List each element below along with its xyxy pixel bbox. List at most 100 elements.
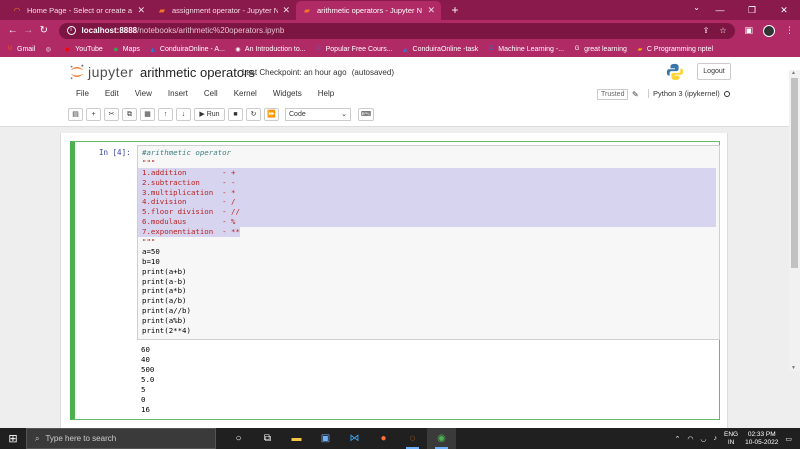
menu-help[interactable]: Help — [310, 89, 342, 98]
code-line-text: 4.division - / — [138, 197, 716, 208]
browser-tab[interactable]: ▰ assignment operator - Jupyter N ✕ — [151, 1, 296, 20]
menu-insert[interactable]: Insert — [160, 89, 196, 98]
save-icon[interactable]: ▤ — [68, 108, 83, 121]
bookmark-item[interactable]: ◭ ConduiraOnline - A... — [149, 45, 225, 53]
insert-cell-below-icon[interactable]: + — [86, 108, 101, 121]
bookmark-item[interactable]: ▶ YouTube — [64, 45, 103, 53]
bookmark-item[interactable]: M Gmail — [6, 45, 36, 53]
restore-icon[interactable]: ❐ — [736, 0, 768, 20]
command-palette-icon[interactable]: ⌨ — [358, 108, 375, 121]
python-logo-icon — [666, 63, 684, 81]
profile-avatar[interactable] — [763, 24, 776, 37]
bookmark-item[interactable]: ◉ An Introduction to... — [234, 45, 305, 53]
jupyter-header: jupyter arithmetic operators Last Checkp… — [0, 57, 800, 127]
bookmark-star-icon[interactable]: ☆ — [719, 26, 726, 35]
tab-search-chevron-icon[interactable]: ⌄ — [693, 3, 700, 12]
share-icon[interactable]: ⇪ — [703, 26, 710, 35]
firefox-icon[interactable]: ● — [369, 428, 398, 449]
code-cell[interactable]: In [4]: #arithmetic operator """ 1.additio… — [70, 141, 720, 420]
code-editor[interactable]: #arithmetic operator """ 1.addition - +2.s… — [137, 145, 720, 340]
restart-run-all-icon[interactable]: ⏩ — [264, 108, 279, 121]
url-input[interactable]: i localhost:8888/notebooks/arithmetic%20… — [58, 22, 735, 39]
extensions-icon[interactable]: ▣ — [745, 25, 754, 37]
forward-arrow-icon[interactable]: → — [22, 25, 36, 36]
kernel-indicator: Python 3 (ipykernel) — [648, 89, 730, 98]
trusted-indicator[interactable]: Trusted — [597, 89, 629, 100]
minimize-icon[interactable]: — — [704, 0, 736, 20]
menu-file[interactable]: File — [68, 89, 97, 98]
cell-type-select[interactable]: Code ⌄ — [285, 108, 351, 121]
new-tab-button[interactable]: + — [445, 1, 465, 20]
cut-icon[interactable]: ✂ — [104, 108, 119, 121]
bookmark-item[interactable]: ◆ Maps — [112, 45, 139, 53]
notification-icon[interactable]: ▭ — [785, 435, 792, 443]
code-line-text: 7.exponentiation - ** — [138, 227, 240, 238]
scroll-thumb[interactable] — [791, 78, 798, 268]
code-line: 7.exponentiation - ** — [138, 227, 716, 238]
output-line: 0 — [141, 395, 146, 404]
bookmark-label: Popular Free Cours... — [325, 45, 393, 53]
network-icon[interactable]: ◠ — [687, 435, 693, 443]
more-menu-icon[interactable]: ⋮ — [785, 25, 794, 37]
site-info-icon[interactable]: i — [66, 26, 76, 35]
code-line-text: b=10 — [142, 256, 160, 266]
bookmark-item[interactable]: C Popular Free Cours... — [315, 45, 393, 53]
browser-tab[interactable]: ◠ Home Page - Select or create a n ✕ — [6, 1, 151, 20]
cortana-icon[interactable]: ○ — [224, 428, 253, 449]
bookmark-item[interactable]: ◎ — [44, 45, 55, 53]
jupyter-logo[interactable]: jupyter — [68, 63, 134, 81]
menu-view[interactable]: View — [127, 89, 160, 98]
bookmark-item[interactable]: Ggreat learning — [573, 45, 627, 53]
move-down-icon[interactable]: ↓ — [176, 108, 191, 121]
tray-chevron-icon[interactable]: ⌃ — [674, 435, 680, 443]
jupyter-icon: ◠ — [13, 6, 21, 15]
move-up-icon[interactable]: ↑ — [158, 108, 173, 121]
code-line-text: print(a//b) — [142, 306, 191, 316]
jupyter-logo-icon — [70, 64, 84, 80]
bookmark-item[interactable]: ◭ ConduiraOnline -task — [402, 45, 478, 53]
scroll-up-icon[interactable]: ▲ — [791, 70, 796, 76]
doc-icon: ◉ — [235, 46, 241, 53]
wifi-icon[interactable]: ◡ — [700, 435, 706, 443]
scroll-down-icon[interactable]: ▼ — [791, 365, 796, 371]
file-explorer-icon[interactable]: ▬ — [282, 428, 311, 449]
notebook-title[interactable]: arithmetic operators — [140, 65, 255, 80]
store-icon[interactable]: ▣ — [311, 428, 340, 449]
jupyter-app-icon[interactable]: ◌ — [398, 428, 427, 449]
clock[interactable]: 02:33 PM 10-05-2022 — [745, 431, 778, 447]
code-line-text: 1.addition - + — [138, 167, 716, 178]
restart-icon[interactable]: ↻ — [246, 108, 261, 121]
bookmark-item[interactable]: C Machine Learning -... — [487, 45, 564, 53]
back-arrow-icon[interactable]: ← — [6, 25, 20, 36]
windows-start-icon[interactable]: ⊞ — [0, 432, 26, 445]
code-line-text: 6.modulaus - % — [138, 217, 716, 228]
run-button[interactable]: ▶ Run — [194, 108, 225, 121]
vscode-icon[interactable]: ⋈ — [340, 428, 369, 449]
tab-close-icon[interactable]: ✕ — [282, 5, 290, 16]
volume-icon[interactable]: ♪ — [714, 435, 718, 442]
menu-edit[interactable]: Edit — [97, 89, 127, 98]
code-line: a=50 — [142, 247, 716, 257]
reload-icon[interactable]: ↻ — [37, 25, 51, 36]
menu-cell[interactable]: Cell — [196, 89, 226, 98]
chrome-icon: ◎ — [45, 46, 51, 53]
menu-widgets[interactable]: Widgets — [265, 89, 310, 98]
menu-kernel[interactable]: Kernel — [226, 89, 265, 98]
logout-button[interactable]: Logout — [697, 63, 731, 80]
notebook-menubar: File Edit View Insert Cell Kernel Widgets Help — [68, 89, 342, 98]
tab-close-icon[interactable]: ✕ — [137, 5, 145, 16]
chrome-app-icon[interactable]: ◉ — [427, 428, 456, 449]
jupyter-notebook-icon: ▰ — [303, 6, 311, 15]
language-indicator[interactable]: ENG IN — [724, 431, 738, 447]
tab-close-icon[interactable]: ✕ — [427, 5, 435, 16]
close-window-icon[interactable]: ✕ — [768, 0, 800, 20]
page-scrollbar[interactable]: ▲ ▼ — [789, 70, 800, 371]
interrupt-icon[interactable]: ■ — [228, 108, 243, 121]
paste-icon[interactable]: ▦ — [140, 108, 155, 121]
code-line: 3.multiplication - * — [138, 187, 716, 198]
task-view-icon[interactable]: ⧉ — [253, 428, 282, 449]
browser-tab[interactable]: ▰ arithmetic operators - Jupyter N ✕ — [296, 1, 441, 20]
taskbar-search-input[interactable]: ⌕ Type here to search — [26, 428, 216, 449]
bookmark-item[interactable]: ▰ C Programming nptel — [636, 45, 713, 53]
copy-icon[interactable]: ⧉ — [122, 108, 137, 121]
